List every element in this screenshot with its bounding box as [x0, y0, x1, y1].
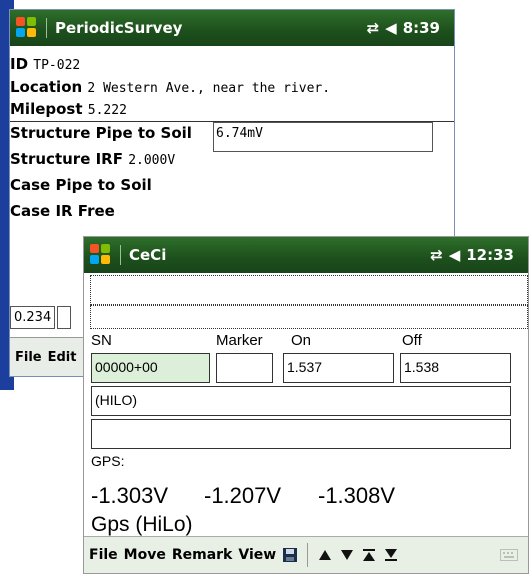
marker-label: Marker: [216, 332, 263, 349]
menu-move[interactable]: Move: [123, 547, 167, 563]
toolbar-separator: [307, 543, 309, 567]
location-row: Location 2 Western Ave., near the river.: [10, 78, 330, 96]
id-label: ID: [10, 55, 29, 73]
bottom-value-field[interactable]: 0.234: [10, 306, 56, 329]
clock[interactable]: 12:33: [466, 246, 514, 264]
id-value: TP-022: [33, 58, 81, 73]
milepost-row: Milepost 5.222: [10, 100, 127, 118]
status-area: ⇄ ◀ 8:39: [367, 19, 440, 37]
structure-irf-value: 2.000V: [128, 153, 176, 168]
hilo-input[interactable]: (HILO): [91, 386, 511, 416]
down-arrow-icon[interactable]: [338, 546, 356, 564]
structure-irf-label: Structure IRF: [10, 150, 123, 168]
titlebar: CeCi ⇄ ◀ 12:33: [84, 237, 528, 273]
bottom-fields: 0.234: [10, 306, 72, 329]
title-separator: [120, 245, 121, 265]
menu-edit[interactable]: Edit: [47, 350, 78, 365]
sn-label: SN: [91, 332, 112, 349]
reading-1: -1.303V: [91, 483, 169, 508]
ceci-window: CeCi ⇄ ◀ 12:33 SN Marker On Off 00000+00…: [83, 236, 529, 574]
last-arrow-icon[interactable]: [382, 546, 400, 564]
menu-remark[interactable]: Remark: [171, 547, 234, 563]
id-row: ID TP-022: [10, 55, 80, 73]
windows-flag-icon[interactable]: [16, 17, 38, 39]
menu-view[interactable]: View: [237, 547, 277, 563]
windows-flag-icon[interactable]: [90, 244, 112, 266]
gps-mode: Gps (HiLo): [91, 513, 193, 536]
case-pts-row: Case Pipe to Soil: [10, 176, 152, 194]
bottom-field-2[interactable]: [57, 306, 72, 329]
reading-3: -1.308V: [318, 483, 396, 508]
off-label: Off: [402, 332, 422, 349]
save-icon[interactable]: [281, 546, 299, 564]
up-arrow-icon[interactable]: [316, 546, 334, 564]
location-label: Location: [10, 78, 83, 96]
dotted-display-bottom: [90, 305, 528, 329]
first-arrow-icon[interactable]: [360, 546, 378, 564]
clock[interactable]: 8:39: [403, 19, 440, 37]
milepost-label: Milepost: [10, 100, 83, 118]
connectivity-icon[interactable]: ⇄: [430, 246, 443, 264]
dotted-display-top: [90, 275, 528, 305]
milepost-value: 5.222: [87, 103, 127, 118]
title-separator: [46, 18, 47, 38]
reading-2: -1.207V: [204, 483, 282, 508]
marker-input[interactable]: [216, 353, 273, 383]
structure-pts-label: Structure Pipe to Soil: [10, 124, 192, 142]
pipe-to-soil-input[interactable]: 6.74mV: [213, 122, 433, 152]
keyboard-icon[interactable]: [500, 546, 518, 564]
location-value: 2 Western Ave., near the river.: [87, 81, 331, 96]
on-input[interactable]: 1.537: [283, 353, 394, 383]
status-area: ⇄ ◀ 12:33: [430, 246, 514, 264]
gps-label: GPS:: [91, 453, 125, 469]
volume-icon[interactable]: ◀: [449, 246, 461, 264]
case-pts-label[interactable]: Case Pipe to Soil: [10, 176, 152, 194]
app-title: CeCi: [129, 246, 167, 264]
structure-pts-row: Structure Pipe to Soil: [10, 124, 192, 142]
menu-file[interactable]: File: [88, 547, 119, 563]
case-ir-free-label[interactable]: Case IR Free: [10, 202, 115, 220]
case-ir-free-row: Case IR Free: [10, 202, 115, 220]
blank-input[interactable]: [91, 419, 511, 449]
on-label: On: [291, 332, 312, 349]
structure-irf-row: Structure IRF 2.000V: [10, 150, 175, 168]
sn-input[interactable]: 00000+00: [91, 353, 210, 383]
volume-icon[interactable]: ◀: [385, 19, 397, 37]
titlebar: PeriodicSurvey ⇄ ◀ 8:39: [10, 10, 454, 46]
menu-bar: File Move Remark View: [84, 536, 528, 573]
connectivity-icon[interactable]: ⇄: [367, 19, 380, 37]
app-title: PeriodicSurvey: [55, 19, 183, 37]
off-input[interactable]: 1.538: [400, 353, 511, 383]
menu-file[interactable]: File: [14, 350, 43, 365]
